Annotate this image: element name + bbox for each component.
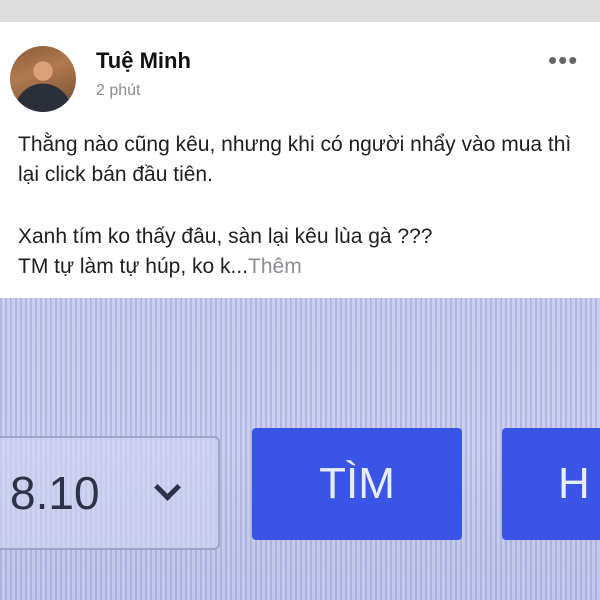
post-photo[interactable]: 8.10 TÌM H xyxy=(0,298,600,600)
top-divider-strip xyxy=(0,0,600,22)
see-more-link[interactable]: Thêm xyxy=(248,255,302,278)
photo-second-button: H xyxy=(502,428,600,540)
post-line: Xanh tím ko thấy đâu, sàn lại kêu lùa gà… xyxy=(18,225,433,248)
avatar[interactable] xyxy=(10,46,76,112)
author-name[interactable]: Tuệ Minh xyxy=(96,48,191,74)
more-horizontal-icon[interactable]: ••• xyxy=(548,47,578,73)
post-line-text: TM tự làm tự húp, ko k... xyxy=(18,255,249,278)
post-line: Thằng nào cũng kêu, nhưng khi có người n… xyxy=(18,133,572,186)
chevron-down-icon xyxy=(154,474,181,501)
post-text: Thằng nào cũng kêu, nhưng khi có người n… xyxy=(18,130,588,282)
photo-select-box: 8.10 xyxy=(0,436,220,550)
post-line: TM tự làm tự húp, ko k...Thêm xyxy=(18,252,588,282)
photo-search-button: TÌM xyxy=(252,428,462,540)
post-timestamp[interactable]: 2 phút xyxy=(96,82,140,100)
post-card: Tuệ Minh 2 phút ••• Thằng nào cũng kêu, … xyxy=(0,22,600,298)
photo-select-value: 8.10 xyxy=(10,467,100,519)
